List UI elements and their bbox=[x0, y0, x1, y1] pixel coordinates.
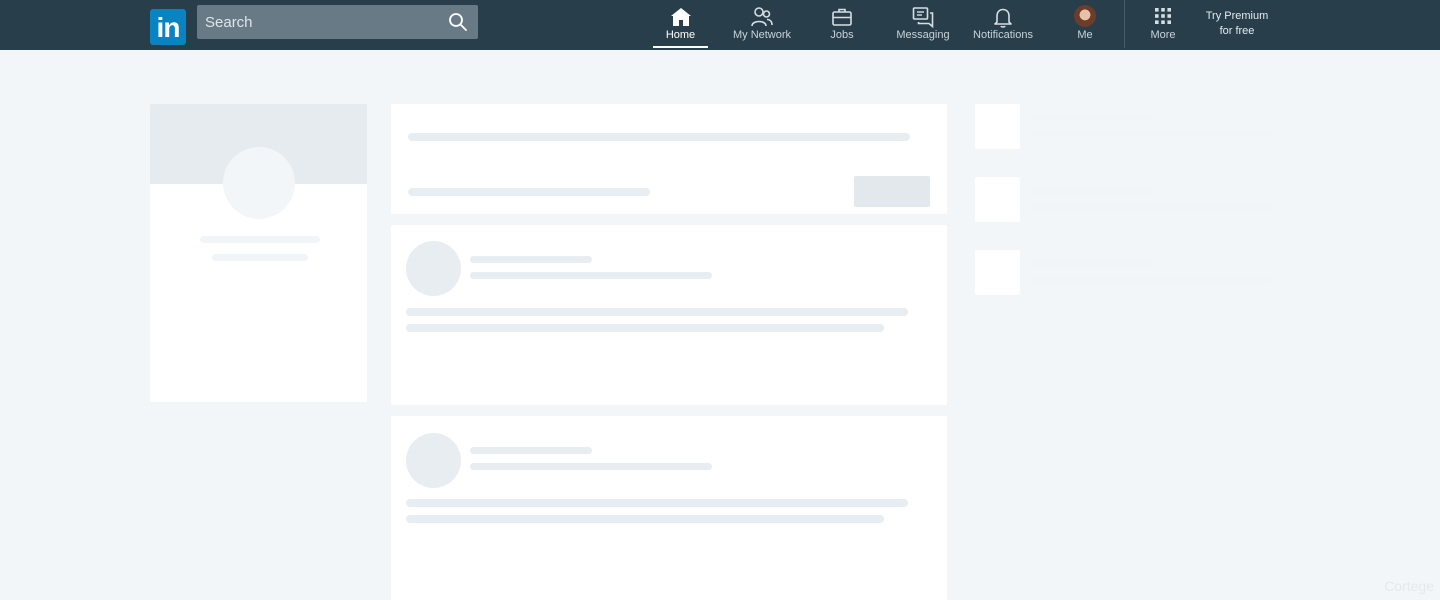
avatar bbox=[1074, 5, 1096, 27]
rail-thumb-placeholder bbox=[975, 177, 1020, 222]
nav-home[interactable]: Home bbox=[653, 0, 708, 50]
post-text-line-placeholder bbox=[406, 515, 884, 523]
nav-me-label: Me bbox=[1077, 29, 1093, 41]
share-options-placeholder bbox=[408, 188, 650, 196]
nav-me[interactable]: Me bbox=[1067, 0, 1103, 50]
rail-title-placeholder bbox=[1030, 187, 1152, 194]
rail-subtitle-placeholder bbox=[1030, 204, 1272, 211]
profile-headline-placeholder bbox=[212, 254, 308, 261]
rail-subtitle-placeholder bbox=[1030, 130, 1272, 137]
nav-more-label: More bbox=[1150, 29, 1176, 41]
rail-subtitle-placeholder bbox=[1030, 277, 1272, 284]
nav-home-label: Home bbox=[665, 29, 696, 41]
briefcase-icon bbox=[832, 8, 852, 26]
chat-icon bbox=[912, 7, 934, 29]
post-author-placeholder bbox=[470, 256, 592, 263]
nav-messaging-label: Messaging bbox=[896, 29, 950, 41]
nav-jobs-label: Jobs bbox=[830, 29, 854, 41]
rail-title-placeholder bbox=[1030, 114, 1152, 121]
share-prompt-placeholder bbox=[408, 133, 910, 141]
feed-post-skeleton bbox=[391, 416, 947, 600]
share-box-skeleton bbox=[391, 104, 947, 214]
search-icon[interactable] bbox=[448, 12, 468, 32]
top-navbar: in Home My Network Jobs bbox=[0, 0, 1440, 50]
post-avatar-placeholder bbox=[406, 241, 461, 296]
rail-thumb-placeholder bbox=[975, 104, 1020, 149]
linkedin-logo[interactable]: in bbox=[150, 9, 186, 45]
rail-thumb-placeholder bbox=[975, 250, 1020, 295]
profile-photo-placeholder bbox=[223, 147, 295, 219]
active-tab-indicator bbox=[653, 46, 708, 48]
post-meta-placeholder bbox=[470, 463, 712, 470]
nav-my-network[interactable]: My Network bbox=[730, 0, 794, 50]
profile-name-placeholder bbox=[200, 236, 320, 243]
post-meta-placeholder bbox=[470, 272, 712, 279]
home-icon bbox=[670, 8, 691, 26]
nav-divider bbox=[1124, 0, 1125, 48]
nav-notifications-label: Notifications bbox=[973, 29, 1033, 41]
bell-icon bbox=[994, 8, 1012, 28]
nav-notifications[interactable]: Notifications bbox=[968, 0, 1038, 50]
grid-icon bbox=[1155, 8, 1171, 24]
post-text-line-placeholder bbox=[406, 499, 908, 507]
try-premium-link[interactable]: Try Premium for free bbox=[1200, 9, 1274, 39]
post-text-line-placeholder bbox=[406, 324, 884, 332]
premium-line-1: Try Premium bbox=[1205, 10, 1269, 22]
profile-card-skeleton bbox=[150, 104, 367, 402]
nav-my-network-label: My Network bbox=[732, 29, 792, 41]
search-input[interactable] bbox=[197, 5, 437, 39]
feed-post-skeleton bbox=[391, 225, 947, 405]
nav-more[interactable]: More bbox=[1144, 0, 1182, 50]
search-box[interactable] bbox=[197, 5, 478, 39]
premium-line-2: for free bbox=[1219, 25, 1255, 37]
post-author-placeholder bbox=[470, 447, 592, 454]
post-text-line-placeholder bbox=[406, 308, 908, 316]
watermark: Cortege bbox=[1384, 578, 1434, 594]
nav-messaging[interactable]: Messaging bbox=[893, 0, 953, 50]
nav-jobs[interactable]: Jobs bbox=[822, 0, 862, 50]
post-avatar-placeholder bbox=[406, 433, 461, 488]
rail-title-placeholder bbox=[1030, 260, 1152, 267]
people-icon bbox=[751, 7, 773, 27]
post-button-placeholder bbox=[854, 176, 930, 207]
